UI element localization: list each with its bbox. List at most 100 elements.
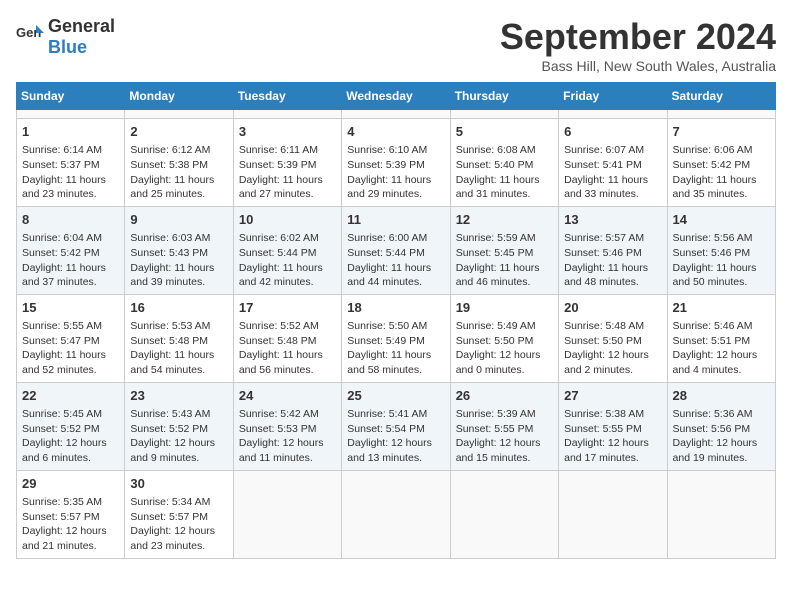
- calendar-cell: 18Sunrise: 5:50 AMSunset: 5:49 PMDayligh…: [342, 294, 450, 382]
- calendar-week-row: 1Sunrise: 6:14 AMSunset: 5:37 PMDaylight…: [17, 119, 776, 207]
- sunset-time: Sunset: 5:40 PM: [456, 158, 553, 173]
- sunrise-time: Sunrise: 5:36 AM: [673, 407, 770, 422]
- sunrise-time: Sunrise: 6:03 AM: [130, 231, 227, 246]
- day-number: 11: [347, 211, 444, 229]
- daylight-hours: Daylight: 12 hours and 9 minutes.: [130, 436, 227, 465]
- sunset-time: Sunset: 5:52 PM: [22, 422, 119, 437]
- sunrise-time: Sunrise: 5:41 AM: [347, 407, 444, 422]
- daylight-hours: Daylight: 11 hours and 29 minutes.: [347, 173, 444, 202]
- calendar-cell: [667, 470, 775, 558]
- daylight-hours: Daylight: 12 hours and 4 minutes.: [673, 348, 770, 377]
- calendar-cell: 19 Sunrise: 5:49 AMSunset: 5:50 PMDayligh…: [450, 294, 558, 382]
- sunrise-time: Sunrise: 5:56 AM: [673, 231, 770, 246]
- sunrise-time: Sunrise: 5:45 AM: [22, 407, 119, 422]
- sunset-time: Sunset: 5:48 PM: [130, 334, 227, 349]
- calendar-header-row: SundayMondayTuesdayWednesdayThursdayFrid…: [17, 83, 776, 110]
- calendar-cell: 23Sunrise: 5:43 AMSunset: 5:52 PMDayligh…: [125, 382, 233, 470]
- day-number: 10: [239, 211, 336, 229]
- day-number: 19: [456, 299, 553, 317]
- daylight-hours: Daylight: 12 hours and 0 minutes.: [456, 348, 553, 377]
- sunrise-time: Sunrise: 5:38 AM: [564, 407, 661, 422]
- daylight-hours: Daylight: 12 hours and 6 minutes.: [22, 436, 119, 465]
- day-number: 27: [564, 387, 661, 405]
- calendar-cell: 29Sunrise: 5:35 AMSunset: 5:57 PMDayligh…: [17, 470, 125, 558]
- sunset-time: Sunset: 5:55 PM: [456, 422, 553, 437]
- daylight-hours: Daylight: 11 hours and 50 minutes.: [673, 261, 770, 290]
- sunset-time: Sunset: 5:42 PM: [22, 246, 119, 261]
- logo-general-text: General: [48, 16, 115, 36]
- calendar-cell: 14Sunrise: 5:56 AMSunset: 5:46 PMDayligh…: [667, 206, 775, 294]
- calendar-cell: 17Sunrise: 5:52 AMSunset: 5:48 PMDayligh…: [233, 294, 341, 382]
- calendar-cell: 28Sunrise: 5:36 AMSunset: 5:56 PMDayligh…: [667, 382, 775, 470]
- calendar-cell: 9Sunrise: 6:03 AMSunset: 5:43 PMDaylight…: [125, 206, 233, 294]
- calendar-cell: 12Sunrise: 5:59 AMSunset: 5:45 PMDayligh…: [450, 206, 558, 294]
- sunrise-time: Sunrise: 5:39 AM: [456, 407, 553, 422]
- sunset-time: Sunset: 5:50 PM: [456, 334, 553, 349]
- daylight-hours: Daylight: 11 hours and 42 minutes.: [239, 261, 336, 290]
- day-number: 20: [564, 299, 661, 317]
- sunrise-time: Sunrise: 6:04 AM: [22, 231, 119, 246]
- sunset-time: Sunset: 5:39 PM: [239, 158, 336, 173]
- calendar-cell: 26Sunrise: 5:39 AMSunset: 5:55 PMDayligh…: [450, 382, 558, 470]
- daylight-hours: Daylight: 11 hours and 39 minutes.: [130, 261, 227, 290]
- sunrise-time: Sunrise: 5:49 AM: [456, 319, 553, 334]
- sunrise-time: Sunrise: 6:14 AM: [22, 143, 119, 158]
- sunset-time: Sunset: 5:46 PM: [564, 246, 661, 261]
- sunset-time: Sunset: 5:42 PM: [673, 158, 770, 173]
- daylight-hours: Daylight: 12 hours and 23 minutes.: [130, 524, 227, 553]
- calendar-cell: 10Sunrise: 6:02 AMSunset: 5:44 PMDayligh…: [233, 206, 341, 294]
- day-number: 4: [347, 123, 444, 141]
- calendar-cell: 21Sunrise: 5:46 AMSunset: 5:51 PMDayligh…: [667, 294, 775, 382]
- daylight-hours: Daylight: 11 hours and 31 minutes.: [456, 173, 553, 202]
- sunrise-time: Sunrise: 5:35 AM: [22, 495, 119, 510]
- calendar-cell: 27 Sunrise: 5:38 AMSunset: 5:55 PMDayligh…: [559, 382, 667, 470]
- day-number: 26: [456, 387, 553, 405]
- calendar-cell: [450, 470, 558, 558]
- sunset-time: Sunset: 5:57 PM: [130, 510, 227, 525]
- daylight-hours: Daylight: 11 hours and 44 minutes.: [347, 261, 444, 290]
- day-number: 2: [130, 123, 227, 141]
- calendar-cell: 16Sunrise: 5:53 AMSunset: 5:48 PMDayligh…: [125, 294, 233, 382]
- sunrise-time: Sunrise: 5:57 AM: [564, 231, 661, 246]
- sunset-time: Sunset: 5:46 PM: [673, 246, 770, 261]
- calendar-cell: 15Sunrise: 5:55 AMSunset: 5:47 PMDayligh…: [17, 294, 125, 382]
- calendar-cell: 2Sunrise: 6:12 AMSunset: 5:38 PMDaylight…: [125, 119, 233, 207]
- day-number: 12: [456, 211, 553, 229]
- daylight-hours: Daylight: 11 hours and 58 minutes.: [347, 348, 444, 377]
- sunrise-time: Sunrise: 5:43 AM: [130, 407, 227, 422]
- calendar-cell: 1Sunrise: 6:14 AMSunset: 5:37 PMDaylight…: [17, 119, 125, 207]
- day-number: 6: [564, 123, 661, 141]
- sunset-time: Sunset: 5:39 PM: [347, 158, 444, 173]
- sunset-time: Sunset: 5:41 PM: [564, 158, 661, 173]
- sunrise-time: Sunrise: 5:53 AM: [130, 319, 227, 334]
- sunrise-time: Sunrise: 5:42 AM: [239, 407, 336, 422]
- daylight-hours: Daylight: 12 hours and 21 minutes.: [22, 524, 119, 553]
- sunset-time: Sunset: 5:49 PM: [347, 334, 444, 349]
- sunrise-time: Sunrise: 6:11 AM: [239, 143, 336, 158]
- daylight-hours: Daylight: 11 hours and 37 minutes.: [22, 261, 119, 290]
- daylight-hours: Daylight: 12 hours and 19 minutes.: [673, 436, 770, 465]
- sunset-time: Sunset: 5:44 PM: [239, 246, 336, 261]
- sunrise-time: Sunrise: 5:34 AM: [130, 495, 227, 510]
- day-number: 29: [22, 475, 119, 493]
- sunset-time: Sunset: 5:55 PM: [564, 422, 661, 437]
- calendar-week-row: 8Sunrise: 6:04 AMSunset: 5:42 PMDaylight…: [17, 206, 776, 294]
- calendar-cell: 11Sunrise: 6:00 AMSunset: 5:44 PMDayligh…: [342, 206, 450, 294]
- sunset-time: Sunset: 5:50 PM: [564, 334, 661, 349]
- calendar-cell: 3Sunrise: 6:11 AMSunset: 5:39 PMDaylight…: [233, 119, 341, 207]
- day-number: 7: [673, 123, 770, 141]
- daylight-hours: Daylight: 12 hours and 17 minutes.: [564, 436, 661, 465]
- sunset-time: Sunset: 5:52 PM: [130, 422, 227, 437]
- daylight-hours: Daylight: 11 hours and 46 minutes.: [456, 261, 553, 290]
- column-header-sunday: Sunday: [17, 83, 125, 110]
- calendar-cell: 22 Sunrise: 5:45 AMSunset: 5:52 PMDayligh…: [17, 382, 125, 470]
- column-header-monday: Monday: [125, 83, 233, 110]
- day-number: 22: [22, 387, 119, 405]
- sunrise-time: Sunrise: 6:07 AM: [564, 143, 661, 158]
- sunrise-time: Sunrise: 6:10 AM: [347, 143, 444, 158]
- calendar-week-row: 22Sunrise: 5:45 AMSunset: 5:52 PMDayligh…: [17, 382, 776, 470]
- calendar-cell: 24Sunrise: 5:42 AMSunset: 5:53 PMDayligh…: [233, 382, 341, 470]
- sunset-time: Sunset: 5:48 PM: [239, 334, 336, 349]
- day-number: 13: [564, 211, 661, 229]
- title-area: September 2024 Bass Hill, New South Wale…: [500, 16, 776, 74]
